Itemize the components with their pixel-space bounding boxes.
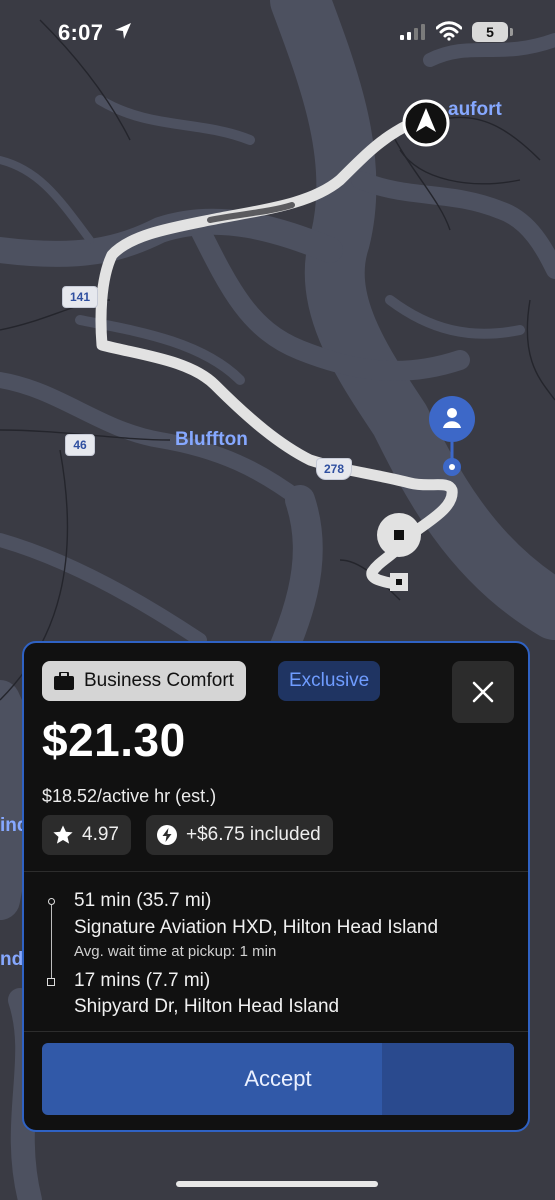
- dropoff-square-icon: [47, 978, 55, 986]
- battery-indicator: 5: [472, 22, 508, 42]
- status-bar: 6:07 5: [0, 0, 555, 64]
- pickup-wait-note: Avg. wait time at pickup: 1 min: [74, 943, 277, 960]
- lightning-icon: [157, 825, 177, 845]
- navigation-arrow-icon: [402, 99, 450, 147]
- location-arrow-icon: [115, 23, 131, 39]
- dropoff-duration: 17 mins (7.7 mi): [74, 970, 211, 991]
- clock: 6:07: [58, 20, 104, 45]
- wifi-icon: [436, 21, 462, 41]
- home-indicator[interactable]: [176, 1181, 378, 1187]
- dropoff-location: Shipyard Dr, Hilton Head Island: [74, 996, 340, 1017]
- exclusive-badge: Exclusive: [278, 661, 381, 701]
- briefcase-icon: [54, 672, 74, 690]
- map-label-beaufort: aufort: [448, 99, 502, 120]
- divider-top: [24, 871, 528, 872]
- rider-rating-value: 4.97: [82, 824, 119, 845]
- cellular-signal-icon: [400, 24, 425, 40]
- close-button[interactable]: [452, 661, 514, 723]
- pickup-dot-icon: [48, 898, 55, 905]
- boost-amount: +$6.75 included: [186, 824, 321, 845]
- rider-rating-chip: 4.97: [42, 815, 131, 855]
- hourly-rate: $18.52/active hr (est.): [42, 786, 217, 806]
- pickup-location: Signature Aviation HXD, Hilton Head Isla…: [74, 917, 439, 938]
- trip-offer-card: Business Comfort Exclusive $21.30 $18.52…: [22, 641, 530, 1132]
- map-label-edge-2: nd: [0, 949, 24, 970]
- fare-price: $21.30: [42, 714, 186, 766]
- accept-label: Accept: [244, 1066, 312, 1091]
- trip-connector: [51, 905, 52, 983]
- route-shield-46: 46: [65, 434, 95, 456]
- divider-bottom: [24, 1031, 528, 1032]
- map-label-bluffton: Bluffton: [175, 429, 248, 450]
- battery-nub: [510, 28, 513, 36]
- star-icon: [53, 825, 73, 844]
- close-icon: [472, 681, 494, 703]
- product-chip: Business Comfort: [42, 661, 246, 701]
- route-shield-141: 141: [62, 286, 98, 308]
- route-shield-278: 278: [316, 458, 352, 480]
- product-label: Business Comfort: [84, 670, 234, 691]
- pickup-duration: 51 min (35.7 mi): [74, 890, 212, 911]
- boost-chip: +$6.75 included: [146, 815, 333, 855]
- accept-button[interactable]: Accept: [42, 1043, 514, 1115]
